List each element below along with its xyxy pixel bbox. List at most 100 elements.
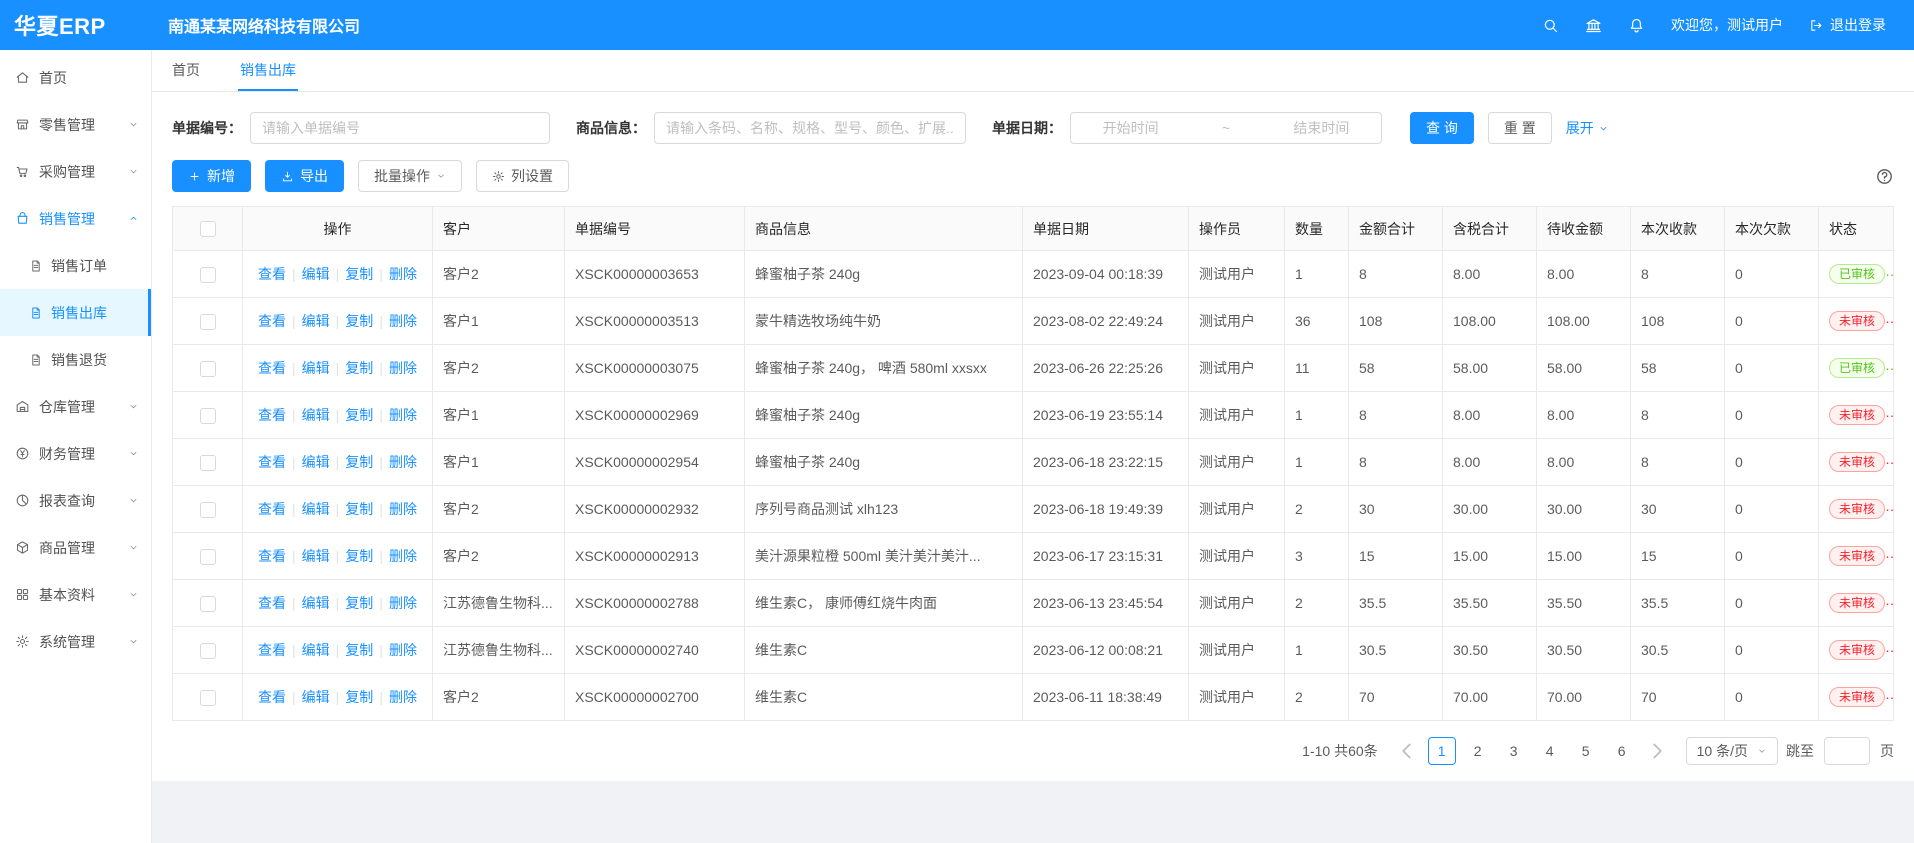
search-button[interactable]: 查 询 xyxy=(1410,112,1474,144)
row-action-view[interactable]: 查看 xyxy=(258,689,286,705)
bell-icon[interactable] xyxy=(1628,17,1645,34)
jump-page-input[interactable] xyxy=(1824,737,1870,765)
row-action-copy[interactable]: 复制 xyxy=(345,266,373,282)
row-action-delete[interactable]: 删除 xyxy=(389,313,417,329)
row-action-view[interactable]: 查看 xyxy=(258,501,286,517)
cell-customer: 客户2 xyxy=(433,674,565,721)
row-action-view[interactable]: 查看 xyxy=(258,595,286,611)
row-action-view[interactable]: 查看 xyxy=(258,642,286,658)
row-action-delete[interactable]: 删除 xyxy=(389,501,417,517)
sidebar-item-report[interactable]: 报表查询 xyxy=(0,477,151,524)
row-checkbox[interactable] xyxy=(200,314,216,330)
row-checkbox[interactable] xyxy=(200,361,216,377)
row-checkbox[interactable] xyxy=(200,408,216,424)
sidebar-item-finance[interactable]: 财务管理 xyxy=(0,430,151,477)
row-action-copy[interactable]: 复制 xyxy=(345,454,373,470)
export-button[interactable]: 导出 xyxy=(265,160,344,192)
expand-toggle[interactable]: 展开 xyxy=(1566,118,1609,138)
row-action-copy[interactable]: 复制 xyxy=(345,689,373,705)
reset-button[interactable]: 重 置 xyxy=(1488,112,1552,144)
page-size-select[interactable]: 10 条/页 xyxy=(1686,737,1778,765)
row-action-copy[interactable]: 复制 xyxy=(345,642,373,658)
sidebar-item-sales[interactable]: 销售管理 xyxy=(0,195,151,242)
row-action-delete[interactable]: 删除 xyxy=(389,642,417,658)
row-actions-cell: 查看|编辑|复制|删除 xyxy=(243,439,433,486)
row-action-edit[interactable]: 编辑 xyxy=(302,360,330,376)
tab-sales-outbound[interactable]: 销售出库 xyxy=(238,50,298,91)
sales-icon xyxy=(15,211,30,226)
row-action-view[interactable]: 查看 xyxy=(258,548,286,564)
row-action-edit[interactable]: 编辑 xyxy=(302,548,330,564)
row-action-edit[interactable]: 编辑 xyxy=(302,407,330,423)
row-action-delete[interactable]: 删除 xyxy=(389,454,417,470)
row-action-copy[interactable]: 复制 xyxy=(345,407,373,423)
cell-bill-no: XSCK00000002969 xyxy=(565,392,745,439)
page-number-6[interactable]: 6 xyxy=(1608,737,1636,765)
row-action-view[interactable]: 查看 xyxy=(258,266,286,282)
page-number-4[interactable]: 4 xyxy=(1536,737,1564,765)
row-action-view[interactable]: 查看 xyxy=(258,454,286,470)
row-checkbox[interactable] xyxy=(200,690,216,706)
cell-receivable-amount: 35.50 xyxy=(1537,580,1631,627)
row-actions-cell: 查看|编辑|复制|删除 xyxy=(243,251,433,298)
row-action-delete[interactable]: 删除 xyxy=(389,595,417,611)
select-all-checkbox[interactable] xyxy=(200,221,216,237)
row-action-edit[interactable]: 编辑 xyxy=(302,313,330,329)
page-number-2[interactable]: 2 xyxy=(1464,737,1492,765)
row-action-view[interactable]: 查看 xyxy=(258,407,286,423)
row-checkbox[interactable] xyxy=(200,267,216,283)
page-number-1[interactable]: 1 xyxy=(1428,737,1456,765)
row-action-edit[interactable]: 编辑 xyxy=(302,501,330,517)
sidebar-item-basedata[interactable]: 基本资料 xyxy=(0,571,151,618)
row-action-edit[interactable]: 编辑 xyxy=(302,595,330,611)
row-action-copy[interactable]: 复制 xyxy=(345,548,373,564)
row-action-edit[interactable]: 编辑 xyxy=(302,689,330,705)
row-action-delete[interactable]: 删除 xyxy=(389,360,417,376)
bank-icon[interactable] xyxy=(1585,17,1602,34)
cell-bill-date: 2023-06-18 19:49:39 xyxy=(1023,486,1189,533)
bill-date-range-picker[interactable]: 开始时间 ~ 结束时间 xyxy=(1070,112,1382,144)
row-checkbox[interactable] xyxy=(200,596,216,612)
filter-bar: 单据编号： 商品信息： 单据日期： 开始时间 ~ 结束时间 查 询 重 置 展开 xyxy=(172,112,1894,144)
row-action-delete[interactable]: 删除 xyxy=(389,266,417,282)
product-info-input[interactable] xyxy=(654,112,966,144)
page-number-3[interactable]: 3 xyxy=(1500,737,1528,765)
row-action-edit[interactable]: 编辑 xyxy=(302,454,330,470)
column-settings-button[interactable]: 列设置 xyxy=(476,160,569,192)
row-checkbox[interactable] xyxy=(200,455,216,471)
search-icon[interactable] xyxy=(1542,17,1559,34)
help-icon[interactable] xyxy=(1875,167,1894,186)
row-action-view[interactable]: 查看 xyxy=(258,313,286,329)
sidebar-subitem-sales-return[interactable]: 销售退货 xyxy=(0,336,151,383)
row-checkbox[interactable] xyxy=(200,502,216,518)
sidebar-item-system[interactable]: 系统管理 xyxy=(0,618,151,665)
tab-home[interactable]: 首页 xyxy=(170,50,202,91)
sidebar-item-retail[interactable]: 零售管理 xyxy=(0,101,151,148)
logout-button[interactable]: 退出登录 xyxy=(1809,15,1886,35)
row-action-delete[interactable]: 删除 xyxy=(389,407,417,423)
batch-actions-button[interactable]: 批量操作 xyxy=(358,160,462,192)
sidebar-subitem-sales-outbound[interactable]: 销售出库 xyxy=(0,289,151,336)
row-action-edit[interactable]: 编辑 xyxy=(302,266,330,282)
sidebar-item-warehouse[interactable]: 仓库管理 xyxy=(0,383,151,430)
row-checkbox[interactable] xyxy=(200,549,216,565)
prev-page-button[interactable] xyxy=(1394,737,1420,765)
sidebar-item-home[interactable]: 首页 xyxy=(0,54,151,101)
row-action-copy[interactable]: 复制 xyxy=(345,313,373,329)
cell-receivable-amount: 70.00 xyxy=(1537,674,1631,721)
sidebar-item-goods[interactable]: 商品管理 xyxy=(0,524,151,571)
sidebar-item-purchase[interactable]: 采购管理 xyxy=(0,148,151,195)
add-button[interactable]: 新增 xyxy=(172,160,251,192)
page-number-5[interactable]: 5 xyxy=(1572,737,1600,765)
row-action-copy[interactable]: 复制 xyxy=(345,595,373,611)
row-action-view[interactable]: 查看 xyxy=(258,360,286,376)
row-action-delete[interactable]: 删除 xyxy=(389,689,417,705)
next-page-button[interactable] xyxy=(1644,737,1670,765)
row-action-copy[interactable]: 复制 xyxy=(345,360,373,376)
row-action-copy[interactable]: 复制 xyxy=(345,501,373,517)
row-action-delete[interactable]: 删除 xyxy=(389,548,417,564)
sidebar-subitem-sales-order[interactable]: 销售订单 xyxy=(0,242,151,289)
bill-no-input[interactable] xyxy=(250,112,550,144)
row-checkbox[interactable] xyxy=(200,643,216,659)
row-action-edit[interactable]: 编辑 xyxy=(302,642,330,658)
